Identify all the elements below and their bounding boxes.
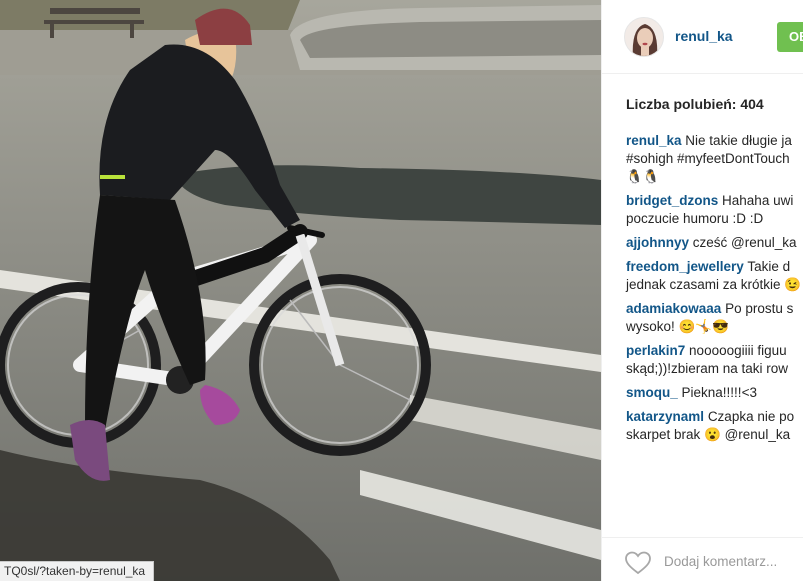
follow-button[interactable]: OB bbox=[777, 22, 803, 52]
comment-line: skarpet brak 😮 @renul_ka bbox=[626, 426, 803, 444]
comment-text: 🐧🐧 bbox=[626, 169, 660, 184]
comment-item: perlakin7 nooooogiiii figuu skąd;))!zbier… bbox=[626, 342, 803, 378]
comment-line: ajjohnnyy cześć @renul_ka bbox=[626, 234, 803, 252]
comment-username[interactable]: freedom_jewellery bbox=[626, 259, 744, 274]
comment-text: skąd;))!zbieram na taki row bbox=[626, 361, 789, 376]
comment-text: Czapka nie po bbox=[707, 409, 795, 424]
comment-username[interactable]: perlakin7 bbox=[626, 343, 685, 358]
comment-item: katarzynaml Czapka nie po skarpet brak 😮 … bbox=[626, 408, 803, 444]
comment-item: renul_ka Nie takie długie ja #sohigh #myf… bbox=[626, 132, 803, 186]
comment-username[interactable]: bridget_dzons bbox=[626, 193, 718, 208]
status-bar-url: TQ0sl/?taken-by=renul_ka bbox=[0, 561, 155, 581]
comment-text: #sohigh #myfeetDontTouch bbox=[626, 151, 790, 166]
comment-text: Hahaha uwi bbox=[722, 193, 794, 208]
photo-illustration bbox=[0, 0, 601, 581]
comment-text: nooooogiiii figuu bbox=[689, 343, 787, 358]
comment-line: katarzynaml Czapka nie po bbox=[626, 408, 803, 426]
comment-text: Takie d bbox=[747, 259, 791, 274]
comment-item: ajjohnnyy cześć @renul_ka bbox=[626, 234, 803, 252]
comment-text: wysoko! 😊🤸😎 bbox=[626, 319, 729, 334]
comment-item: smoqu_ Piekna!!!!!<3 bbox=[626, 384, 803, 402]
comment-item: bridget_dzons Hahaha uwi poczucie humoru … bbox=[626, 192, 803, 228]
post-header: renul_ka OB bbox=[602, 0, 803, 74]
comment-line: #sohigh #myfeetDontTouch bbox=[626, 150, 803, 168]
comment-text: poczucie humoru :D :D bbox=[626, 211, 764, 226]
comment-line: smoqu_ Piekna!!!!!<3 bbox=[626, 384, 803, 402]
comment-bar: Dodaj komentarz... bbox=[602, 537, 803, 581]
comment-username[interactable]: renul_ka bbox=[626, 133, 682, 148]
comment-text: skarpet brak 😮 @renul_ka bbox=[626, 427, 791, 442]
avatar-image bbox=[625, 18, 663, 56]
comment-text: Nie takie długie ja bbox=[685, 133, 792, 148]
comment-username[interactable]: smoqu_ bbox=[626, 385, 678, 400]
comment-item: freedom_jewellery Takie d jednak czasami … bbox=[626, 258, 803, 294]
comment-line: wysoko! 😊🤸😎 bbox=[626, 318, 803, 336]
comment-line: adamiakowaaa Po prostu s bbox=[626, 300, 803, 318]
heart-icon[interactable] bbox=[625, 551, 651, 575]
comment-line: renul_ka Nie takie długie ja bbox=[626, 132, 803, 150]
likes-count[interactable]: Liczba polubień: 404 bbox=[626, 96, 764, 112]
comment-line: skąd;))!zbieram na taki row bbox=[626, 360, 803, 378]
comment-line: perlakin7 nooooogiiii figuu bbox=[626, 342, 803, 360]
comment-text: Po prostu s bbox=[725, 301, 794, 316]
comments-list: renul_ka Nie takie długie ja #sohigh #myf… bbox=[626, 132, 803, 450]
comment-text: cześć @renul_ka bbox=[692, 235, 797, 250]
comment-line: poczucie humoru :D :D bbox=[626, 210, 803, 228]
comment-text: Piekna!!!!!<3 bbox=[681, 385, 757, 400]
comment-username[interactable]: adamiakowaaa bbox=[626, 301, 721, 316]
comment-username[interactable]: ajjohnnyy bbox=[626, 235, 689, 250]
post-photo[interactable]: TQ0sl/?taken-by=renul_ka bbox=[0, 0, 601, 581]
post-username[interactable]: renul_ka bbox=[675, 28, 733, 44]
comment-line: freedom_jewellery Takie d bbox=[626, 258, 803, 276]
comment-username[interactable]: katarzynaml bbox=[626, 409, 704, 424]
comment-line: bridget_dzons Hahaha uwi bbox=[626, 192, 803, 210]
comment-line: 🐧🐧 bbox=[626, 168, 803, 186]
add-comment-input[interactable]: Dodaj komentarz... bbox=[664, 554, 777, 569]
avatar[interactable] bbox=[624, 17, 664, 57]
comment-item: adamiakowaaa Po prostu s wysoko! 😊🤸😎 bbox=[626, 300, 803, 336]
post-side-panel: renul_ka OB Liczba polubień: 404 renul_k… bbox=[601, 0, 803, 581]
comment-line: jednak czasami za krótkie 😉 bbox=[626, 276, 803, 294]
comment-text: jednak czasami za krótkie 😉 bbox=[626, 277, 802, 292]
